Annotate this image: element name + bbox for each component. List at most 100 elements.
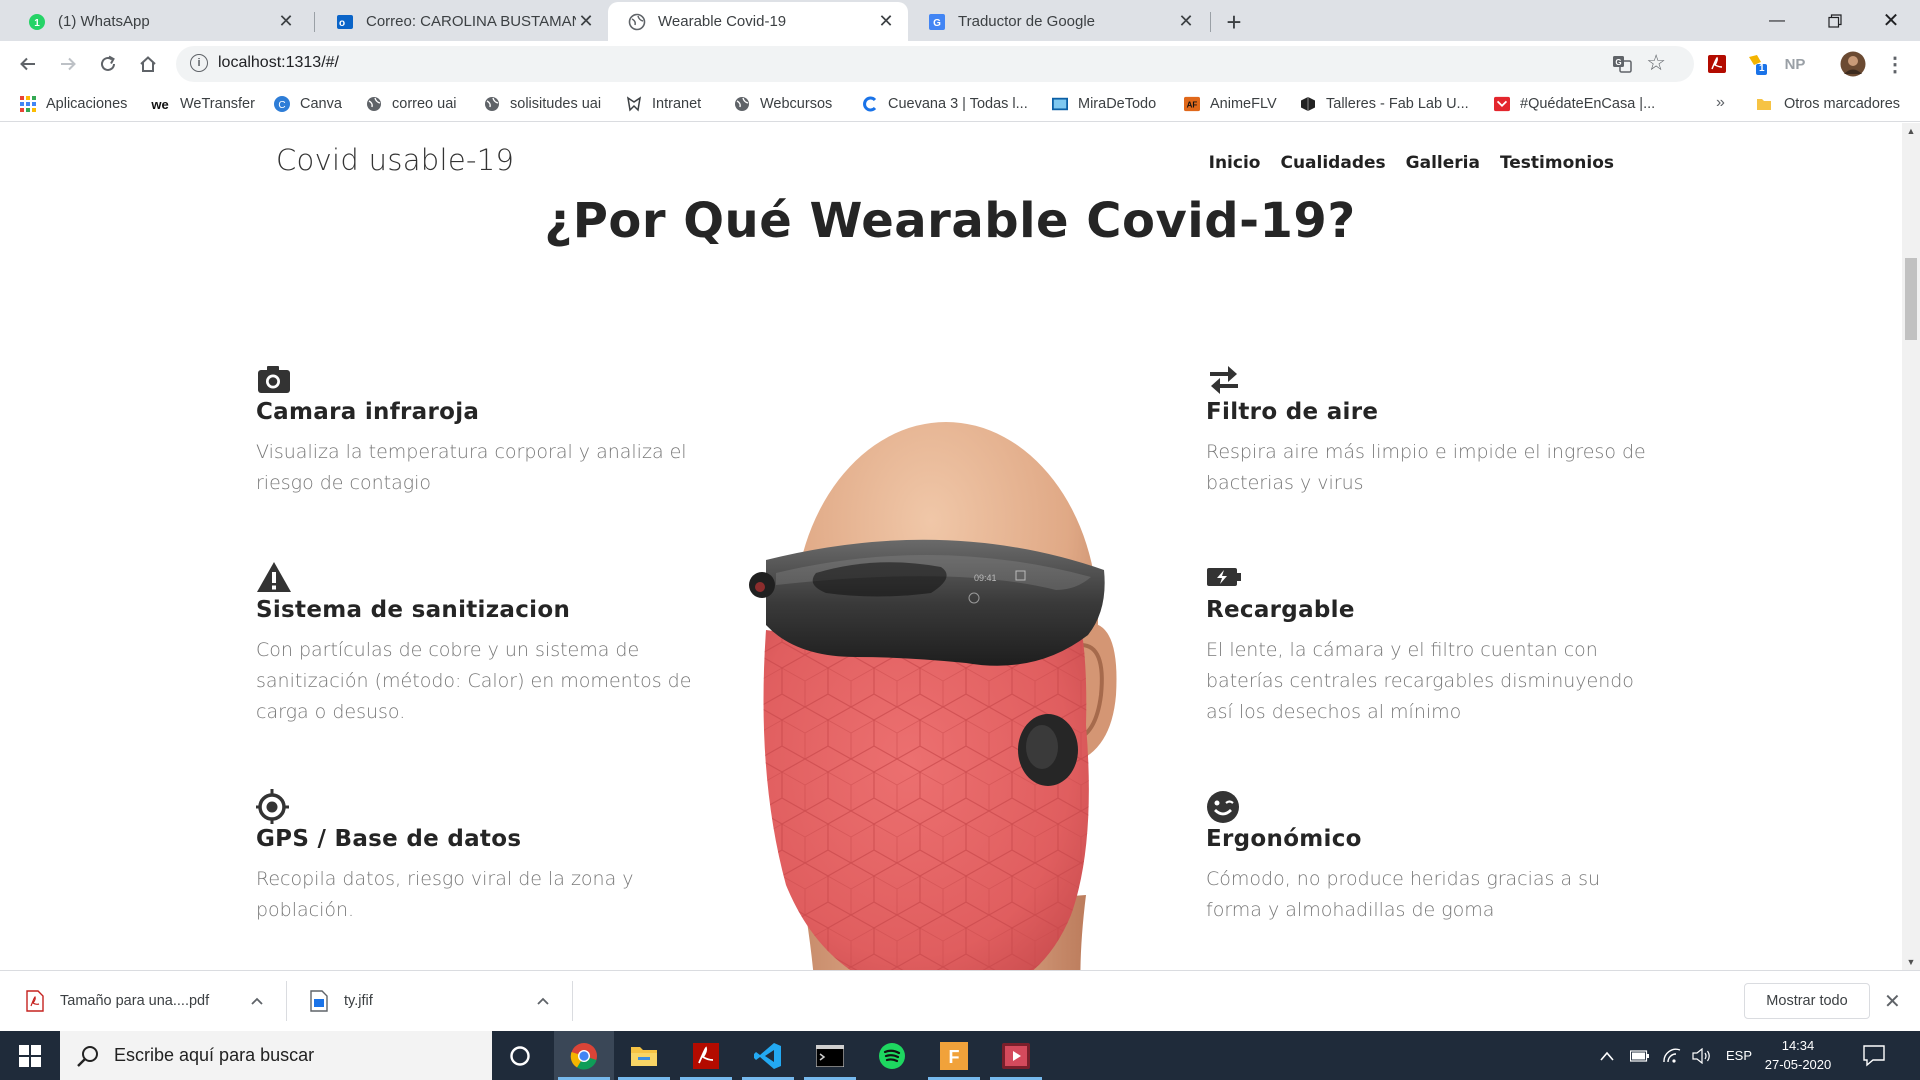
taskbar-fusion[interactable]: F bbox=[924, 1031, 984, 1080]
tab-traductor[interactable]: G Traductor de Google ✕ bbox=[908, 2, 1208, 41]
battery-charging-icon bbox=[1206, 559, 1242, 595]
bookmark-animeflv[interactable]: AF AnimeFLV bbox=[1184, 94, 1277, 114]
reload-button[interactable] bbox=[92, 48, 124, 80]
feature-text: Cómodo, no produce heridas gracias a su … bbox=[1206, 868, 1601, 921]
download-item-pdf[interactable]: Tamaño para una....pdf bbox=[26, 985, 209, 1017]
windows-taskbar: Escribe aquí para buscar F ESP 14:34 27-… bbox=[0, 1031, 1920, 1080]
home-button[interactable] bbox=[132, 48, 164, 80]
feature-title: Filtro de aire bbox=[1206, 399, 1379, 425]
pdf-file-icon bbox=[26, 990, 44, 1012]
show-all-downloads-button[interactable]: Mostrar todo bbox=[1744, 983, 1870, 1019]
taskbar-clock[interactable]: 14:34 27-05-2020 bbox=[1758, 1036, 1838, 1074]
start-button[interactable] bbox=[0, 1031, 60, 1080]
bookmark-correo-uai[interactable]: correo uai bbox=[366, 94, 456, 114]
close-downloads-icon[interactable]: ✕ bbox=[1884, 989, 1901, 1014]
download-item-jfif[interactable]: ty.jfif bbox=[310, 985, 373, 1017]
globe-icon bbox=[734, 96, 750, 112]
bookmark-label: Intranet bbox=[652, 96, 702, 112]
fusion-icon: F bbox=[940, 1041, 968, 1070]
feature-text: Respira aire más limpio e impide el ingr… bbox=[1206, 441, 1646, 494]
taskbar-media-player[interactable] bbox=[986, 1031, 1046, 1080]
profile-avatar[interactable] bbox=[1840, 51, 1866, 77]
close-icon[interactable]: ✕ bbox=[576, 11, 596, 32]
bookmarks-overflow-button[interactable]: » bbox=[1716, 94, 1725, 112]
taskbar-file-explorer[interactable] bbox=[614, 1031, 674, 1080]
bookmark-star-icon[interactable]: ☆ bbox=[1646, 50, 1666, 76]
taskbar-chrome[interactable] bbox=[554, 1031, 614, 1080]
svg-text:AF: AF bbox=[1187, 101, 1198, 110]
feature-title: Sistema de sanitizacion bbox=[256, 597, 571, 623]
bookmark-talleres-fablab[interactable]: Talleres - Fab Lab U... bbox=[1300, 94, 1469, 114]
bookmark-cuevana[interactable]: Cuevana 3 | Todas l... bbox=[862, 94, 1028, 114]
globe-icon bbox=[628, 13, 646, 31]
battery-tray-icon[interactable] bbox=[1630, 1031, 1650, 1080]
wifi-tray-icon[interactable] bbox=[1662, 1031, 1682, 1080]
taskbar-vscode[interactable] bbox=[738, 1031, 798, 1080]
scroll-up-arrow-icon[interactable]: ▲ bbox=[1902, 123, 1920, 139]
feature-title: Ergonómico bbox=[1206, 826, 1362, 852]
search-icon bbox=[76, 1044, 100, 1068]
bookmark-intranet[interactable]: Intranet bbox=[626, 94, 701, 114]
tab-correo[interactable]: o Correo: CAROLINA BUSTAMANTE ✕ bbox=[316, 2, 608, 41]
download-options-chevron-icon[interactable] bbox=[250, 985, 264, 1017]
notifications-icon[interactable] bbox=[1862, 1043, 1886, 1067]
nav-testimonios[interactable]: Testimonios bbox=[1500, 153, 1614, 173]
scroll-down-arrow-icon[interactable]: ▼ bbox=[1902, 954, 1920, 970]
download-options-chevron-icon[interactable] bbox=[536, 985, 550, 1017]
tab-divider bbox=[1210, 12, 1211, 32]
close-icon[interactable]: ✕ bbox=[276, 11, 296, 32]
bookmark-label: Canva bbox=[300, 96, 342, 112]
bookmark-wetransfer[interactable]: we WeTransfer bbox=[150, 94, 255, 114]
site-brand[interactable]: Covid usable-19 bbox=[276, 143, 514, 177]
feature-recargable: Recargable El lente, la cámara y el filt… bbox=[1206, 559, 1656, 728]
bookmark-quedate-en-casa[interactable]: #QuédateEnCasa |... bbox=[1494, 94, 1655, 114]
info-icon[interactable]: i bbox=[190, 54, 208, 72]
volume-tray-icon[interactable] bbox=[1692, 1031, 1712, 1080]
new-tab-button[interactable]: + bbox=[1220, 7, 1248, 37]
scrollbar-thumb[interactable] bbox=[1905, 258, 1917, 340]
back-button[interactable] bbox=[12, 48, 44, 80]
feature-title: Recargable bbox=[1206, 597, 1355, 623]
nav-cualidades[interactable]: Cualidades bbox=[1280, 153, 1385, 173]
np-extension-icon[interactable]: NP bbox=[1784, 53, 1806, 75]
taskbar-spotify[interactable] bbox=[862, 1031, 922, 1080]
translate-page-icon[interactable]: G bbox=[1612, 54, 1632, 74]
browser-toolbar: i localhost:1313/#/ G ☆ 1 NP ⋮ bbox=[0, 41, 1920, 86]
page-scrollbar[interactable]: ▲ ▼ bbox=[1902, 123, 1920, 970]
forward-button[interactable] bbox=[52, 48, 84, 80]
bookmark-miradetodo[interactable]: MiraDeTodo bbox=[1052, 94, 1156, 114]
task-view-button[interactable] bbox=[490, 1031, 550, 1080]
close-icon[interactable]: ✕ bbox=[876, 11, 896, 32]
nav-inicio[interactable]: Inicio bbox=[1209, 153, 1261, 173]
extension-badge-icon[interactable]: 1 bbox=[1746, 53, 1768, 75]
bookmark-aplicaciones[interactable]: Aplicaciones bbox=[20, 94, 127, 114]
home-icon bbox=[140, 56, 156, 72]
feature-text: Con partículas de cobre y un sistema de … bbox=[256, 639, 692, 723]
bookmark-otros-marcadores[interactable]: Otros marcadores bbox=[1756, 94, 1900, 114]
show-hidden-icons-button[interactable] bbox=[1600, 1031, 1614, 1080]
bookmark-webcursos[interactable]: Webcursos bbox=[734, 94, 832, 114]
taskbar-acrobat[interactable] bbox=[676, 1031, 736, 1080]
feature-text: El lente, la cámara y el filtro cuentan … bbox=[1206, 639, 1634, 723]
input-language-indicator[interactable]: ESP bbox=[1726, 1031, 1752, 1080]
bookmark-solisitudes-uai[interactable]: solisitudes uai bbox=[484, 94, 601, 114]
tab-whatsapp[interactable]: 1 (1) WhatsApp ✕ bbox=[8, 2, 308, 41]
acrobat-extension-icon[interactable] bbox=[1706, 53, 1728, 75]
bookmark-canva[interactable]: C Canva bbox=[274, 94, 342, 114]
taskbar-search-box[interactable]: Escribe aquí para buscar bbox=[60, 1031, 492, 1080]
bookmark-label: correo uai bbox=[392, 96, 457, 112]
tab-title: Wearable Covid-19 bbox=[658, 13, 787, 30]
close-window-button[interactable]: ✕ bbox=[1862, 0, 1920, 41]
taskbar-terminal[interactable] bbox=[800, 1031, 860, 1080]
page-title: ¿Por Qué Wearable Covid-19? bbox=[544, 193, 1356, 249]
address-bar[interactable]: i localhost:1313/#/ G ☆ bbox=[176, 46, 1694, 82]
minimize-button[interactable]: — bbox=[1748, 0, 1806, 41]
restore-button[interactable] bbox=[1806, 0, 1864, 41]
menu-kebab-icon[interactable]: ⋮ bbox=[1884, 53, 1906, 76]
product-image: 09:41 bbox=[736, 395, 1164, 970]
globe-icon bbox=[484, 96, 500, 112]
tab-wearable[interactable]: Wearable Covid-19 ✕ bbox=[608, 2, 908, 41]
close-icon[interactable]: ✕ bbox=[1176, 11, 1196, 32]
nav-galleria[interactable]: Galleria bbox=[1406, 153, 1480, 173]
wetransfer-icon: we bbox=[151, 96, 169, 112]
